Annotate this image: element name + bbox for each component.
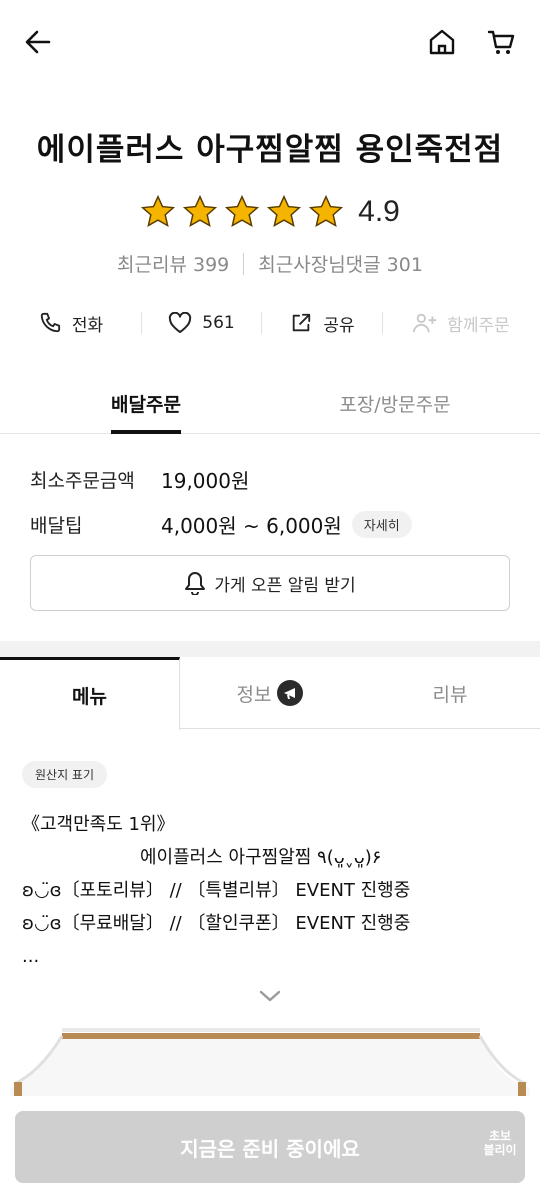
call-label: 전화 [71, 315, 104, 336]
like-count: 561 [202, 313, 235, 333]
order-type-tabs: 배달주문 포장/방문주문 [0, 380, 540, 434]
min-order-row: 최소주문금액 19,000원 [30, 465, 249, 494]
delivery-tip-row: 배달팁 4,000원 ~ 6,000원 자세히 [30, 510, 412, 539]
star-icon [267, 194, 302, 227]
menu-banner-image [0, 1022, 540, 1102]
delivery-tip-value: 4,000원 ~ 6,000원 [161, 514, 342, 538]
chevron-down-icon [259, 990, 281, 1002]
open-alarm-label: 가게 오픈 알림 받기 [214, 575, 356, 596]
tab-menu[interactable]: 메뉴 [0, 657, 180, 730]
group-order-button[interactable]: 함께주문 [383, 300, 540, 346]
action-row: 전화 561 공유 함께주문 [0, 300, 540, 346]
notice-line: 《고객만족도 1위》 [22, 814, 175, 835]
star-icon [141, 194, 176, 227]
delivery-tip-label: 배달팁 [30, 515, 83, 537]
bell-icon [185, 572, 206, 595]
star-icon [225, 194, 260, 227]
rating-value: 4.9 [358, 195, 400, 228]
notice-line: ʚ◡̈ɞ〔포토리뷰〕 // 〔특별리뷰〕 EVENT 진행중 [22, 880, 411, 901]
tab-pickup[interactable]: 포장/방문주문 [330, 380, 460, 434]
open-alarm-button[interactable]: 가게 오픈 알림 받기 [30, 555, 510, 611]
review-counts: 최근리뷰 399 최근사장님댓글 301 [0, 250, 540, 277]
heart-icon [168, 311, 192, 335]
back-button[interactable] [18, 22, 58, 62]
home-icon [429, 29, 455, 55]
tab-delivery[interactable]: 배달주문 [111, 380, 181, 434]
rating-row: 4.9 [0, 190, 540, 234]
share-icon [289, 311, 313, 335]
bottom-cta-bar: 지금은 준비 중이에요 [0, 1096, 540, 1201]
cart-icon [487, 30, 515, 54]
min-order-label: 최소주문금액 [30, 470, 135, 492]
order-unavailable-button[interactable]: 지금은 준비 중이에요 [15, 1111, 525, 1183]
beginner-badge-label: 초보 블리이 [483, 1129, 517, 1157]
store-title: 에이플러스 아구찜알찜 용인죽전점 [36, 132, 504, 168]
arrow-left-icon [25, 30, 51, 54]
notice-line: 에이플러스 아구찜알찜 ٩(ᴗ͈ˬᴗ͈)۶ [140, 847, 382, 868]
add-person-icon [413, 311, 437, 335]
cart-button[interactable] [482, 22, 522, 62]
origin-label-button[interactable]: 원산지 표기 [22, 761, 108, 788]
owner-replies-link[interactable]: 최근사장님댓글 301 [258, 250, 423, 277]
tab-info-label: 정보 [236, 683, 272, 706]
notice-line: ʚ◡̈ɞ〔무료배달〕 // 〔할인쿠폰〕 EVENT 진행중 [22, 913, 411, 934]
store-notice: 《고객만족도 1위》 에이플러스 아구찜알찜 ٩(ᴗ͈ˬᴗ͈)۶ ʚ◡̈ɞ〔포토… [22, 808, 522, 973]
top-bar [0, 0, 540, 84]
star-icon [183, 194, 218, 227]
share-label: 공유 [323, 315, 355, 336]
call-button[interactable]: 전화 [0, 300, 141, 346]
section-divider [0, 641, 540, 657]
notice-line: ... [22, 946, 40, 967]
delivery-tip-detail-button[interactable]: 자세히 [351, 511, 412, 538]
group-order-label: 함께주문 [447, 315, 510, 336]
share-button[interactable]: 공유 [262, 300, 382, 346]
expand-notice-button[interactable] [256, 984, 284, 1008]
megaphone-icon [277, 680, 304, 706]
recent-reviews-link[interactable]: 최근리뷰 399 [117, 250, 229, 277]
tab-info[interactable]: 정보 [180, 657, 360, 729]
home-button[interactable] [422, 22, 462, 62]
phone-icon [38, 311, 62, 335]
rating-stars [140, 194, 344, 230]
min-order-value: 19,000원 [161, 469, 250, 493]
star-icon [309, 194, 344, 227]
menu-tabs: 메뉴 정보 리뷰 [0, 657, 540, 730]
beginner-badge: 초보 블리이 [473, 1112, 527, 1174]
divider [243, 252, 245, 275]
like-button[interactable]: 561 [142, 300, 261, 346]
tab-review[interactable]: 리뷰 [360, 657, 540, 729]
